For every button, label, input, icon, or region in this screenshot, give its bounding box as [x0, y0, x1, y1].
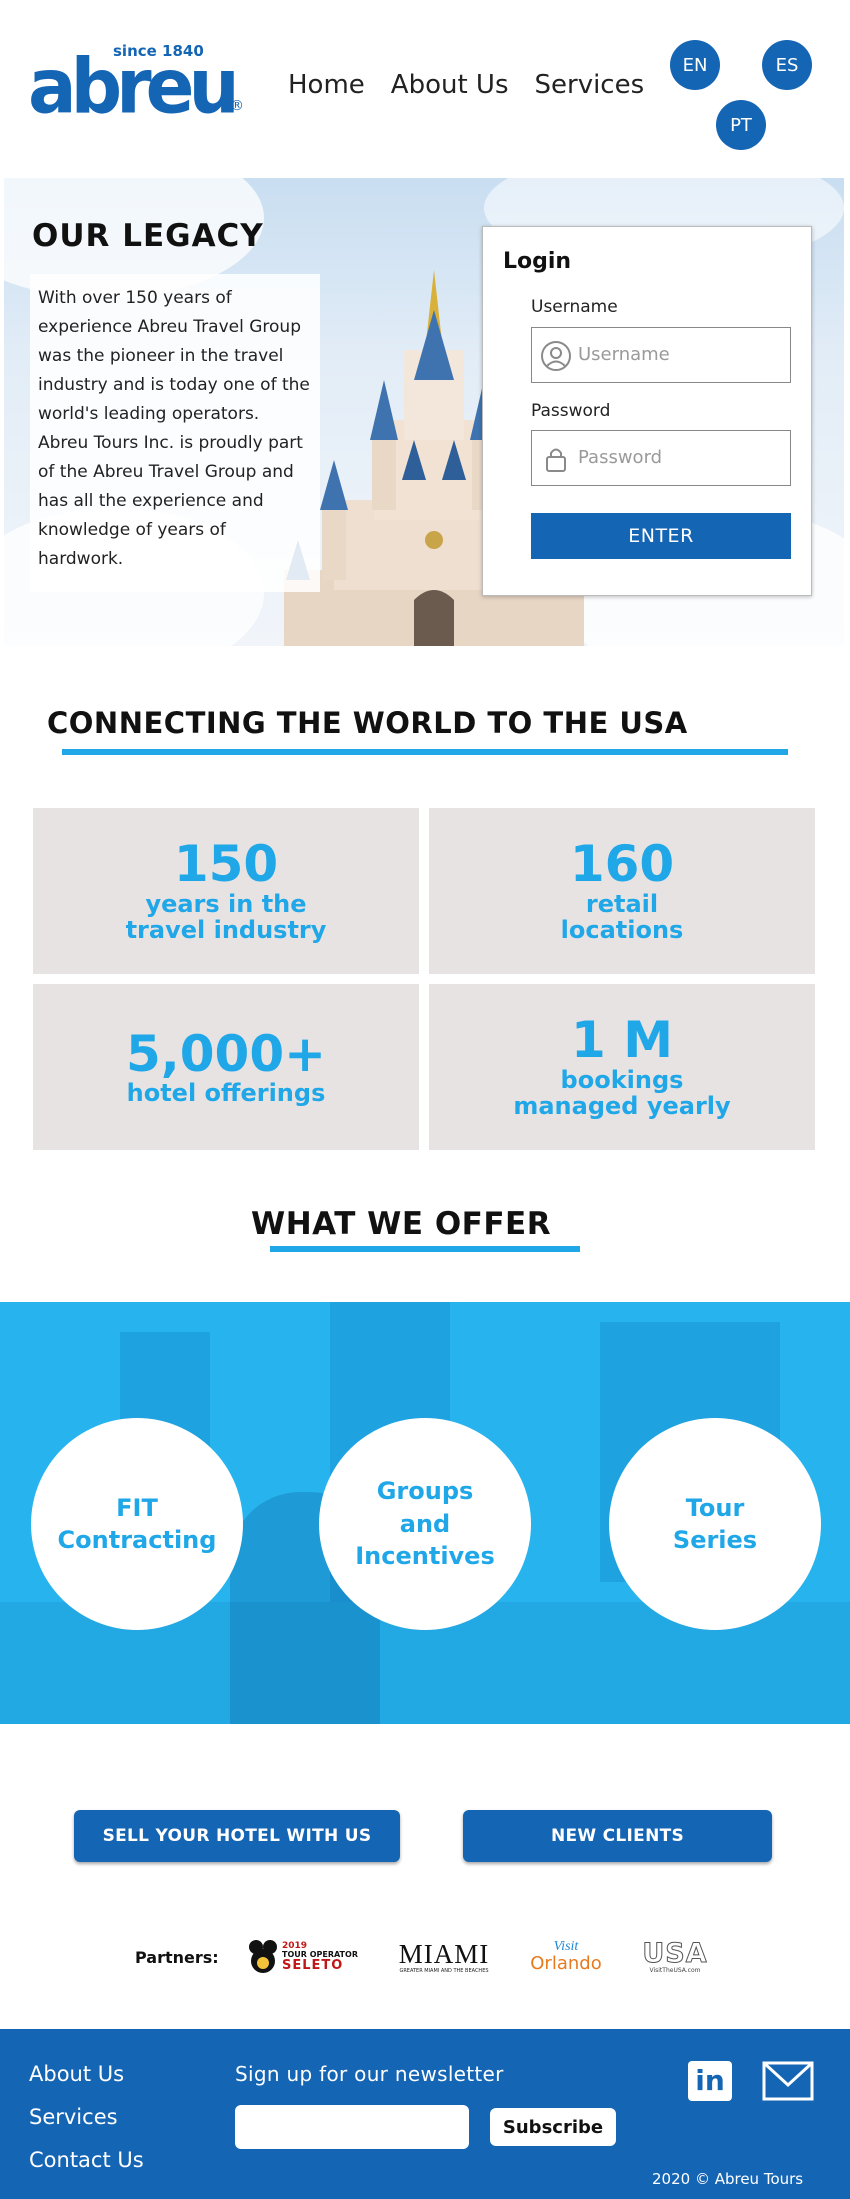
lang-es-button[interactable]: ES: [762, 40, 812, 90]
new-clients-button[interactable]: NEW CLIENTS: [463, 1810, 772, 1862]
stat-label: travel industry: [125, 916, 327, 945]
newsletter-label: Sign up for our newsletter: [235, 2062, 504, 2086]
nav-about-us[interactable]: About Us: [391, 70, 509, 100]
stat-card: 150 years in the travel industry: [33, 808, 419, 974]
footer-contact-us-link[interactable]: Contact Us: [29, 2148, 144, 2172]
title-underline: [270, 1246, 580, 1252]
copyright-text: 2020 © Abreu Tours: [652, 2170, 804, 2188]
stat-card: 5,000+ hotel offerings: [33, 984, 419, 1150]
login-title: Login: [503, 249, 572, 274]
password-placeholder: Password: [578, 447, 663, 468]
partner-logo-text: SELETO: [282, 1958, 344, 1973]
stat-number: 5,000+: [125, 1024, 327, 1083]
username-field[interactable]: Username: [531, 327, 791, 383]
stat-card: 1 M bookings managed yearly: [429, 984, 815, 1150]
username-placeholder: Username: [578, 344, 670, 365]
offer-label: and: [399, 1509, 451, 1538]
offer-tour-series[interactable]: Tour Series: [609, 1418, 821, 1630]
logo-wordmark: abreu: [28, 41, 240, 131]
offer-label: FIT: [116, 1493, 158, 1522]
nav-home[interactable]: Home: [288, 70, 365, 100]
partner-seleto-logo[interactable]: 2019 TOUR OPERATOR SELETO: [246, 1930, 360, 1984]
lang-en-button[interactable]: EN: [670, 40, 720, 90]
stat-label: hotel offerings: [126, 1079, 326, 1108]
partner-visit-orlando-logo[interactable]: Visit Orlando: [528, 1930, 604, 1984]
partner-logo-text: USA: [642, 1938, 708, 1969]
stat-label: retail: [585, 889, 659, 918]
offer-label: Contracting: [57, 1526, 217, 1554]
offer-band: FIT Contracting Groups and Incentives To…: [0, 1302, 850, 1724]
legacy-text-box: With over 150 years of experience Abreu …: [30, 274, 320, 592]
partner-logo-text: GREATER MIAMI AND THE BEACHES: [399, 1967, 489, 1974]
lock-icon: [546, 448, 566, 472]
offer-label: Tour: [685, 1493, 745, 1522]
user-icon: [541, 341, 571, 371]
connecting-title: CONNECTING THE WORLD TO THE USA: [47, 706, 688, 740]
offer-label: Groups: [376, 1477, 474, 1506]
stat-number: 150: [173, 835, 279, 894]
partner-miami-logo[interactable]: MIAMI GREATER MIAMI AND THE BEACHES: [398, 1930, 490, 1984]
footer-services-link[interactable]: Services: [29, 2105, 118, 2129]
offer-label: Series: [672, 1526, 758, 1554]
username-label: Username: [531, 297, 618, 317]
enter-button[interactable]: ENTER: [531, 513, 791, 559]
main-nav: Home About Us Services: [288, 70, 644, 100]
linkedin-icon[interactable]: in: [688, 2061, 732, 2101]
footer-about-us-link[interactable]: About Us: [29, 2062, 124, 2086]
stat-label: locations: [560, 916, 684, 945]
legacy-paragraph: With over 150 years of experience Abreu …: [38, 288, 310, 569]
password-label: Password: [531, 401, 611, 421]
stat-label: managed yearly: [513, 1092, 731, 1121]
site-footer: About Us Services Contact Us Sign up for…: [0, 2029, 850, 2199]
offer-groups-incentives[interactable]: Groups and Incentives: [319, 1418, 531, 1630]
partners-label: Partners:: [135, 1948, 219, 1967]
stat-label: years in the: [145, 889, 307, 918]
site-header: since 1840 abreu ® Home About Us Service…: [0, 0, 850, 175]
title-underline: [62, 749, 788, 755]
password-field[interactable]: Password: [531, 430, 791, 486]
partner-visit-usa-logo[interactable]: USA VisitTheUSA.com: [636, 1930, 714, 1984]
legacy-title: OUR LEGACY: [32, 218, 264, 254]
partner-logo-text: Visit: [553, 1939, 579, 1955]
logo-registered-mark: ®: [230, 98, 244, 114]
mickey-icon: [249, 1940, 277, 1973]
stat-card: 160 retail locations: [429, 808, 815, 974]
stat-number: 160: [569, 835, 675, 894]
sell-hotel-button[interactable]: SELL YOUR HOTEL WITH US: [74, 1810, 400, 1862]
abreu-logo[interactable]: since 1840 abreu ®: [28, 41, 248, 131]
stat-label: bookings: [560, 1065, 684, 1094]
nav-services[interactable]: Services: [535, 70, 645, 100]
offer-title: WHAT WE OFFER: [251, 1206, 552, 1242]
subscribe-button[interactable]: Subscribe: [490, 2108, 616, 2146]
partner-logo-text: MIAMI: [398, 1938, 490, 1969]
offer-label: Incentives: [355, 1542, 495, 1571]
email-icon[interactable]: [762, 2061, 814, 2101]
stat-number: 1 M: [571, 1011, 673, 1070]
offer-fit-contracting[interactable]: FIT Contracting: [31, 1418, 243, 1630]
lang-pt-button[interactable]: PT: [716, 100, 766, 150]
newsletter-email-input[interactable]: [235, 2105, 469, 2149]
partner-logo-text: VisitTheUSA.com: [649, 1967, 701, 1974]
partner-logo-text: Orlando: [530, 1953, 602, 1975]
login-panel: Login Username Username Password Passwor…: [482, 226, 812, 596]
